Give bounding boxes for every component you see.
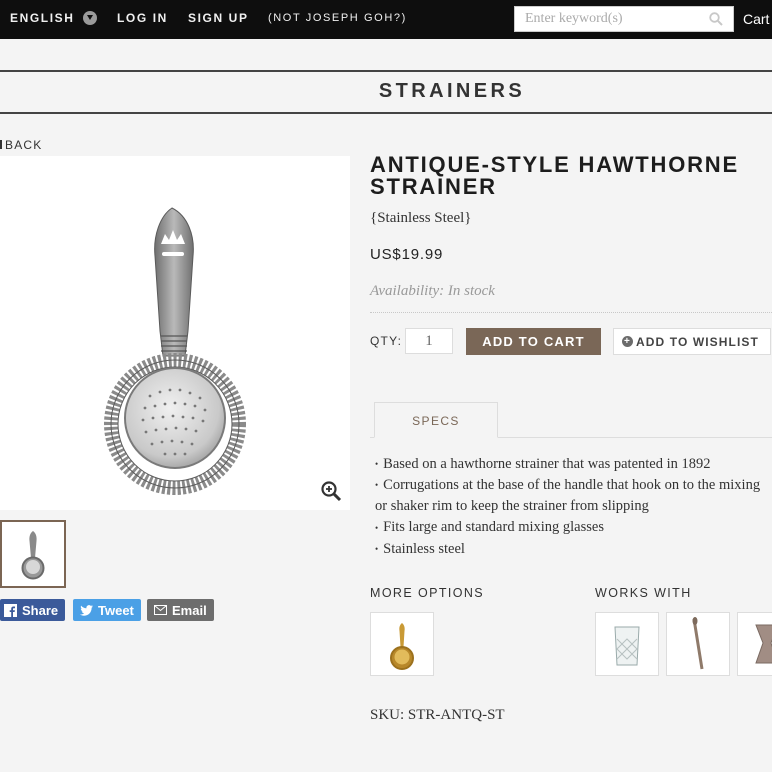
add-to-wishlist-label: ADD TO WISHLIST	[636, 334, 759, 349]
product-main-image[interactable]	[0, 156, 350, 510]
product-variant: {Stainless Steel}	[370, 210, 472, 226]
product-price: US$19.99	[370, 246, 444, 263]
language-selector[interactable]: ENGLISH	[10, 11, 97, 25]
specs-list: Based on a hawthorne strainer that was p…	[375, 454, 772, 560]
gold-strainer-image	[390, 623, 414, 670]
mixing-glass-image	[614, 626, 640, 666]
availability-status: Availability: In stock	[370, 283, 495, 299]
facebook-icon	[4, 603, 17, 617]
category-title: STRAINERS	[378, 80, 526, 102]
divider	[0, 70, 772, 72]
works-with-heading: WORKS WITH	[595, 586, 692, 600]
strainer-image	[104, 207, 246, 495]
back-link[interactable]: BACK	[0, 138, 42, 152]
works-with-mixing-glass[interactable]	[595, 612, 659, 676]
list-item: Fits large and standard mixing glasses	[375, 517, 772, 538]
list-item: Based on a hawthorne strainer that was p…	[375, 454, 772, 475]
top-nav-bar: ENGLISH LOG IN SIGN UP (NOT JOSEPH GOH?)…	[0, 0, 772, 39]
facebook-share-button[interactable]: Share	[0, 599, 66, 621]
cart-link[interactable]: Cart	[743, 11, 769, 27]
divider	[370, 312, 772, 313]
signup-link[interactable]: SIGN UP	[188, 11, 249, 25]
list-item: Stainless steel	[375, 539, 772, 560]
quantity-label: QTY:	[370, 334, 403, 348]
works-with-bar-spoon[interactable]	[666, 612, 730, 676]
email-share-label: Email	[172, 602, 207, 618]
product-title: ANTIQUE-STYLE HAWTHORNE STRAINER	[370, 152, 739, 199]
zoom-icon[interactable]	[320, 480, 342, 502]
facebook-share-label: Share	[22, 602, 59, 618]
product-thumbnail[interactable]	[0, 520, 66, 588]
search-box	[514, 6, 734, 32]
twitter-bird-icon	[80, 604, 93, 616]
bar-spoon-image	[692, 617, 704, 670]
more-options-heading: MORE OPTIONS	[370, 586, 485, 600]
search-icon[interactable]	[709, 12, 723, 26]
twitter-tweet-button[interactable]: Tweet	[73, 599, 141, 621]
works-with-jigger[interactable]	[737, 612, 772, 676]
add-to-cart-button[interactable]: ADD TO CART	[466, 328, 601, 355]
envelope-icon	[154, 605, 167, 615]
quantity-input[interactable]	[405, 328, 453, 354]
plus-circle-icon: +	[622, 336, 633, 347]
twitter-tweet-label: Tweet	[98, 602, 134, 618]
product-sku: SKU: STR-ANTQ-ST	[370, 707, 505, 723]
add-to-wishlist-button[interactable]: + ADD TO WISHLIST	[613, 328, 771, 355]
search-input[interactable]	[515, 7, 705, 31]
not-user-link[interactable]: (NOT JOSEPH GOH?)	[268, 12, 407, 24]
list-item: Corrugations at the base of the handle t…	[375, 475, 772, 517]
tab-specs[interactable]: SPECS	[374, 402, 498, 438]
language-label: ENGLISH	[10, 11, 75, 25]
strainer-thumbnail-image	[21, 531, 45, 580]
option-gold-strainer[interactable]	[370, 612, 434, 676]
jigger-image	[755, 624, 772, 664]
login-link[interactable]: LOG IN	[117, 11, 168, 25]
divider	[0, 112, 772, 114]
email-share-button[interactable]: Email	[147, 599, 214, 621]
chevron-down-icon	[82, 11, 97, 25]
